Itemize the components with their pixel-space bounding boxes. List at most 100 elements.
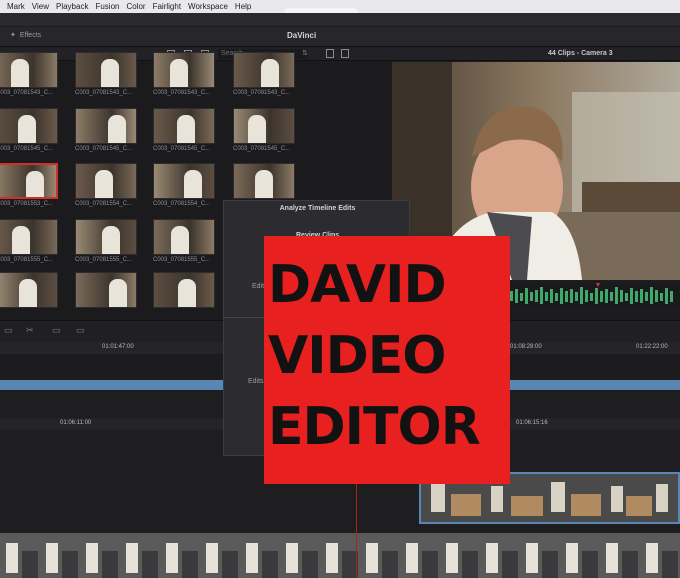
viewer-title: 44 Clips - Camera 3 — [548, 50, 613, 57]
thumbnail-figure — [12, 226, 30, 254]
clip-thumbnail[interactable] — [153, 108, 215, 144]
thumbnail-figure — [18, 115, 36, 143]
banner-line-2: VIDEO — [268, 326, 446, 386]
clip-thumbnail[interactable] — [153, 52, 215, 88]
thumbnail-figure — [255, 170, 273, 198]
thumbnail-image — [234, 53, 294, 87]
thumbnail-image — [76, 164, 136, 198]
menu-fairlight[interactable]: Fairlight — [153, 2, 181, 11]
audio-waveform — [508, 283, 680, 307]
viewer-toolbar — [318, 47, 680, 61]
dialog-row-label: Edit — [252, 283, 265, 290]
thumbnail-image — [0, 109, 57, 143]
banner-line-1: DAVID — [268, 255, 447, 315]
thumbnail-figure — [19, 279, 37, 307]
clip-thumbnail[interactable] — [233, 52, 295, 88]
clip-name: C003_07081555_C... — [75, 257, 133, 263]
thumbnail-figure — [101, 59, 119, 87]
thumbnail-image — [76, 273, 136, 307]
thumbnail-figure — [177, 115, 195, 143]
clip-name: C003_07081553_C... — [0, 201, 54, 207]
thumbnail-image — [0, 165, 56, 197]
thumbnail-figure — [170, 59, 188, 87]
menu-workspace[interactable]: Workspace — [188, 2, 228, 11]
clip-name: C003_07081543_C... — [75, 90, 133, 96]
toolbar — [0, 27, 680, 47]
clip-thumbnail[interactable] — [0, 163, 58, 199]
title-banner: DAVID VIDEO EDITOR — [264, 236, 510, 484]
banner-line-3: EDITOR — [268, 397, 481, 457]
clip-thumbnail[interactable] — [233, 108, 295, 144]
timecode-label: 01:06:11:00 — [60, 420, 92, 426]
app-title: DaVinci — [287, 31, 317, 40]
clip-name: C003_07081545_C... — [75, 146, 133, 152]
tool-icon[interactable]: ▭ — [4, 325, 13, 336]
thumbnail-figure — [248, 115, 266, 143]
thumbnail-figure — [261, 59, 279, 87]
clip-name: C003_07081555_C... — [0, 257, 54, 263]
clip-thumbnail[interactable] — [75, 272, 137, 308]
overwrite-icon[interactable]: ▭ — [76, 325, 85, 336]
sort-icon[interactable]: ⇅ — [302, 49, 308, 57]
clip-thumbnail[interactable] — [75, 219, 137, 255]
thumbnail-image — [0, 53, 57, 87]
clip-name: C003_07081545_C... — [0, 146, 54, 152]
clip-thumbnail[interactable] — [153, 272, 215, 308]
clip-thumbnail[interactable] — [75, 52, 137, 88]
insert-icon[interactable]: ▭ — [52, 325, 61, 336]
clip-thumbnail[interactable] — [0, 272, 58, 308]
clip-thumbnail[interactable] — [0, 108, 58, 144]
clip-thumbnail[interactable] — [0, 52, 58, 88]
timecode-label: 01:08:28:00 — [510, 344, 542, 350]
thumbnail-figure — [11, 59, 29, 87]
dual-viewer-icon[interactable] — [341, 49, 349, 58]
effects-button[interactable]: ✦ Effects — [10, 31, 42, 40]
menu-color[interactable]: Color — [126, 2, 145, 11]
menu-view[interactable]: View — [32, 2, 49, 11]
timecode-label: 01:06:15:16 — [516, 420, 548, 426]
menu-fusion[interactable]: Fusion — [95, 2, 119, 11]
clip-thumbnail[interactable] — [153, 219, 215, 255]
blade-icon[interactable]: ✂ — [26, 325, 34, 336]
thumbnail-figure — [26, 171, 44, 197]
magic-wand-icon: ✦ — [10, 32, 16, 39]
thumbnail-image — [0, 220, 57, 254]
thumbnail-figure — [102, 226, 120, 254]
thumbnail-image — [76, 109, 136, 143]
dialog-row-label: Edits — [248, 378, 264, 385]
menu-mark[interactable]: Mark — [7, 2, 25, 11]
effects-label: Effects — [19, 31, 42, 39]
filmstrip[interactable] — [0, 533, 680, 578]
clip-name: C003_07081554_C... — [75, 201, 133, 207]
thumbnail-image — [154, 164, 214, 198]
thumbnail-image — [76, 220, 136, 254]
single-viewer-icon[interactable] — [326, 49, 334, 58]
timecode-label: 01:01:47:00 — [102, 344, 134, 350]
clip-thumbnail[interactable] — [153, 163, 215, 199]
clip-name: C003_07081555_C... — [153, 257, 211, 263]
thumbnail-image — [234, 109, 294, 143]
thumbnail-image — [234, 164, 294, 198]
thumbnail-image — [76, 53, 136, 87]
menu-playback[interactable]: Playback — [56, 2, 88, 11]
clip-name: C003_07081545_C... — [233, 146, 291, 152]
menu-help[interactable]: Help — [235, 2, 251, 11]
clip-thumbnail[interactable] — [0, 219, 58, 255]
thumbnail-figure — [178, 279, 196, 307]
thumbnail-image — [154, 220, 214, 254]
thumbnail-figure — [171, 226, 189, 254]
thumbnail-figure — [108, 115, 126, 143]
thumbnail-image — [0, 273, 57, 307]
clip-thumbnail[interactable] — [75, 108, 137, 144]
dialog-title: Analyze Timeline Edits — [279, 205, 356, 212]
thumbnail-figure — [95, 170, 113, 198]
clip-thumbnail[interactable] — [75, 163, 137, 199]
clip-name: C003_07081543_C... — [153, 90, 211, 96]
thumbnail-image — [154, 53, 214, 87]
title-bar — [0, 13, 680, 26]
thumbnail-figure — [109, 279, 127, 307]
timecode-label: 01:22:22:00 — [636, 344, 668, 350]
thumbnail-image — [154, 273, 214, 307]
clip-thumbnail[interactable] — [233, 163, 295, 199]
thumbnail-image — [154, 109, 214, 143]
